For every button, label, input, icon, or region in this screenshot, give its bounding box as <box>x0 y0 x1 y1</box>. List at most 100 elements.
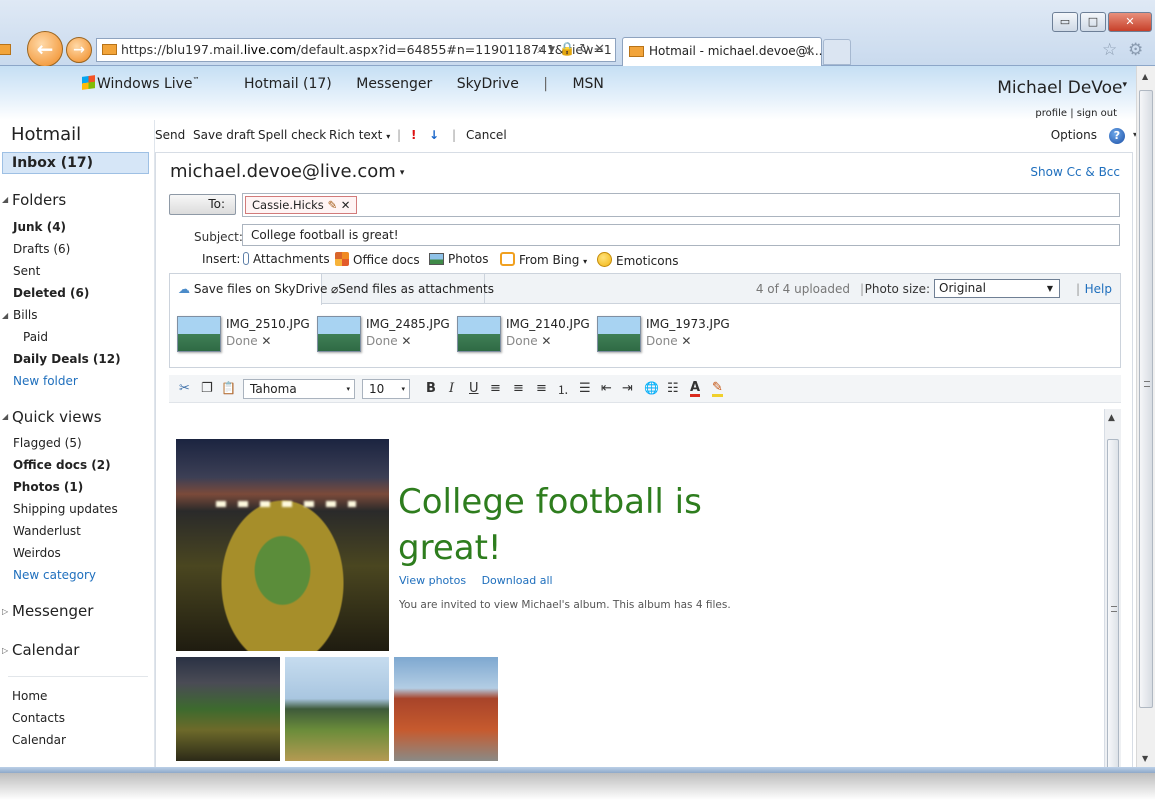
dropdown-icon[interactable]: ▾ <box>548 42 559 57</box>
messenger-expand-icon[interactable]: ▷ <box>2 607 8 616</box>
calendar-expand-icon[interactable]: ▷ <box>2 646 8 655</box>
address-bar[interactable]: https://blu197.mail.live.com/default.asp… <box>96 38 616 62</box>
options-button[interactable]: Options <box>1051 128 1097 142</box>
high-priority-icon[interactable]: ! <box>411 128 416 142</box>
stop-icon[interactable]: ✕ <box>594 42 609 57</box>
bills-collapse-icon[interactable]: ◢ <box>2 311 8 320</box>
sidebar-item-junk[interactable]: Junk (4) <box>13 220 66 234</box>
photo-size-select[interactable]: Original ▼ <box>934 279 1060 298</box>
insert-attachments-button[interactable]: Attachments <box>243 252 330 266</box>
tab-send-as-attachments[interactable]: ⌀Send files as attachments <box>323 274 494 304</box>
scroll-up-icon[interactable]: ▲ <box>1108 413 1115 423</box>
nav-skydrive[interactable]: SkyDrive <box>457 76 519 92</box>
recipient-chip[interactable]: Cassie.Hicks ✎ ✕ <box>245 196 358 214</box>
hyperlink-icon[interactable]: 🌐 <box>644 381 659 395</box>
show-cc-bcc-link[interactable]: Show Cc & Bcc <box>1030 165 1120 179</box>
insert-office-docs-button[interactable]: Office docs <box>335 252 420 267</box>
highlight-icon[interactable]: ✎ <box>712 381 723 397</box>
album-photo-thumbnail[interactable] <box>285 657 389 761</box>
font-size-select[interactable]: 10 ▾ <box>362 379 410 399</box>
page-scrollbar[interactable]: ▲ ▼ <box>1136 66 1155 770</box>
font-color-icon[interactable]: A <box>690 381 701 397</box>
gear-icon[interactable]: ⚙ <box>1128 40 1143 60</box>
align-left-icon[interactable]: ≡ <box>490 381 501 396</box>
album-photo-thumbnail[interactable] <box>176 657 280 761</box>
sidebar-link-home[interactable]: Home <box>12 689 47 703</box>
page-scroll-thumb[interactable] <box>1139 90 1153 708</box>
sidebar-item-wanderlust[interactable]: Wanderlust <box>13 524 81 538</box>
insert-photos-button[interactable]: Photos <box>429 252 488 266</box>
align-right-icon[interactable]: ≡ <box>536 381 547 396</box>
insert-from-bing-button[interactable]: From Bing ▾ <box>500 252 587 267</box>
rich-text-button[interactable]: Rich text ▾ <box>329 128 390 142</box>
star-icon[interactable]: ☆ <box>1102 40 1117 60</box>
numbered-list-icon[interactable]: ⒈ <box>557 381 569 398</box>
address-bar-icons[interactable]: ⌕▾🔒↻✕ <box>537 39 609 61</box>
folders-title[interactable]: Folders <box>12 191 66 209</box>
profile-link[interactable]: profile <box>1035 108 1067 119</box>
new-folder-link[interactable]: New folder <box>13 374 78 388</box>
editor-scrollbar[interactable]: ▲ <box>1104 409 1121 771</box>
refresh-icon[interactable]: ↻ <box>579 42 594 57</box>
cancel-button[interactable]: Cancel <box>466 128 507 142</box>
from-address-select[interactable]: michael.devoe@live.com ▾ <box>170 161 404 182</box>
quick-views-title[interactable]: Quick views <box>12 408 102 426</box>
maximize-button[interactable]: □ <box>1080 12 1106 32</box>
message-editor[interactable]: College football is great! View photos D… <box>156 409 1122 771</box>
cut-icon[interactable]: ✂ <box>179 381 190 396</box>
sidebar-item-photos[interactable]: Photos (1) <box>13 480 83 494</box>
download-all-link[interactable]: Download all <box>482 574 553 587</box>
sidebar-item-weirdos[interactable]: Weirdos <box>13 546 61 560</box>
windows-live-brand[interactable]: Windows Live™ <box>82 75 220 92</box>
remove-file-icon[interactable]: ✕ <box>541 334 551 348</box>
underline-icon[interactable]: U <box>469 381 479 396</box>
subject-input[interactable]: College football is great! <box>242 224 1120 246</box>
sidebar-item-sent[interactable]: Sent <box>13 264 40 278</box>
new-category-link[interactable]: New category <box>13 568 96 582</box>
forward-button[interactable]: → <box>66 37 92 63</box>
sidebar-link-calendar[interactable]: Calendar <box>12 733 66 747</box>
tab-close-icon[interactable]: ✕ <box>805 38 815 65</box>
sidebar-item-shipping-updates[interactable]: Shipping updates <box>13 502 118 516</box>
spell-check-button[interactable]: Spell check <box>258 128 326 142</box>
editor-scroll-thumb[interactable] <box>1107 439 1119 769</box>
nav-msn[interactable]: MSN <box>572 76 603 92</box>
low-priority-icon[interactable]: ↓ <box>429 128 439 142</box>
sign-out-link[interactable]: sign out <box>1077 108 1117 119</box>
sidebar-messenger[interactable]: Messenger <box>12 602 93 620</box>
close-window-button[interactable]: ✕ <box>1108 12 1152 32</box>
save-draft-button[interactable]: Save draft <box>193 128 255 142</box>
tab-save-on-skydrive[interactable]: ☁ Save files on SkyDrive <box>170 274 327 305</box>
sidebar-item-office-docs[interactable]: Office docs (2) <box>13 458 111 472</box>
back-button[interactable]: ← <box>27 31 63 67</box>
search-icon[interactable]: ⌕ <box>537 42 548 57</box>
to-button[interactable]: To: <box>169 194 236 215</box>
sidebar-item-inbox[interactable]: Inbox (17) <box>2 152 149 174</box>
line-spacing-icon[interactable]: ☷ <box>667 381 679 396</box>
nav-messenger[interactable]: Messenger <box>356 76 432 92</box>
scroll-down-icon[interactable]: ▼ <box>1142 754 1148 763</box>
insert-emoticons-button[interactable]: Emoticons <box>597 252 678 268</box>
quick-views-collapse-icon[interactable]: ◢ <box>2 412 8 421</box>
bold-icon[interactable]: B <box>426 381 436 396</box>
to-field[interactable]: Cassie.Hicks ✎ ✕ <box>242 193 1120 217</box>
sidebar-item-paid[interactable]: Paid <box>23 330 48 344</box>
album-photo-thumbnail[interactable] <box>394 657 498 761</box>
sidebar-item-flagged[interactable]: Flagged (5) <box>13 436 82 450</box>
sidebar-item-daily-deals[interactable]: Daily Deals (12) <box>13 352 121 366</box>
scroll-up-icon[interactable]: ▲ <box>1142 72 1148 81</box>
folders-collapse-icon[interactable]: ◢ <box>2 195 8 204</box>
album-cover-photo[interactable] <box>176 439 389 651</box>
view-photos-link[interactable]: View photos <box>399 574 466 587</box>
hotmail-title[interactable]: Hotmail <box>11 124 81 145</box>
minimize-button[interactable]: ▭ <box>1052 12 1078 32</box>
align-center-icon[interactable]: ≡ <box>513 381 524 396</box>
sidebar-item-bills[interactable]: Bills <box>13 308 38 322</box>
italic-icon[interactable]: I <box>449 381 454 396</box>
sidebar-calendar[interactable]: Calendar <box>12 641 79 659</box>
paste-icon[interactable]: 📋 <box>221 381 236 395</box>
edit-recipient-icon[interactable]: ✎ <box>327 198 337 212</box>
user-name-menu[interactable]: Michael DeVoe▾ <box>997 78 1127 98</box>
indent-icon[interactable]: ⇥ <box>622 381 633 396</box>
sidebar-item-drafts[interactable]: Drafts (6) <box>13 242 70 256</box>
